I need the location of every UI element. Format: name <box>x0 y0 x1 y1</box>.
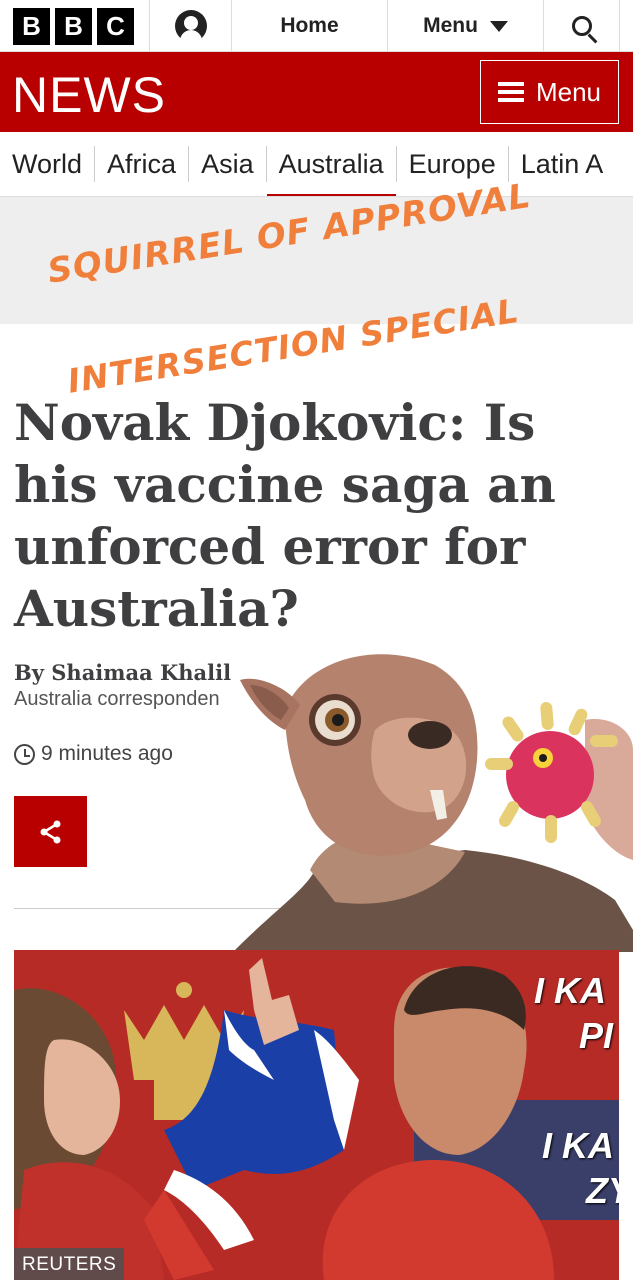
account-icon <box>174 10 207 42</box>
nav-item-africa[interactable]: Africa <box>95 146 190 182</box>
news-menu-button[interactable]: Menu <box>480 60 619 124</box>
nav-item-europe[interactable]: Europe <box>397 146 509 182</box>
bbc-logo-letter: C <box>97 7 134 45</box>
protest-photo-image <box>14 950 619 1280</box>
search-button[interactable] <box>544 0 620 52</box>
top-menu-label: Menu <box>423 14 478 37</box>
nav-item-australia[interactable]: Australia <box>266 146 397 196</box>
timestamp: 9 minutes ago <box>14 742 173 766</box>
news-menu-label: Menu <box>535 76 602 107</box>
author-byline: By Shaimaa Khalil <box>14 660 232 685</box>
search-icon <box>571 16 592 36</box>
article-headline: Novak Djokovic: Is his vaccine saga an u… <box>14 393 556 638</box>
timestamp-text: 9 minutes ago <box>41 742 173 765</box>
account-button[interactable] <box>150 0 232 52</box>
section-nav: World Africa Asia Australia Europe Latin… <box>0 132 633 197</box>
banner-text-line: I KA <box>534 970 606 1011</box>
banner-text-line: PI <box>579 1015 614 1056</box>
bbc-logo-letter: B <box>55 7 92 45</box>
photo-credit: REUTERS <box>14 1248 125 1280</box>
news-banner: NEWS Menu <box>0 52 633 132</box>
bbc-logo[interactable]: B B C <box>0 0 150 52</box>
squirrel-mask-image <box>215 654 633 952</box>
share-icon <box>40 820 60 843</box>
chevron-down-icon <box>489 20 508 32</box>
home-link[interactable]: Home <box>232 0 388 52</box>
share-button[interactable] <box>14 796 87 867</box>
banner-text-line: I KA <box>542 1125 614 1166</box>
nav-item-asia[interactable]: Asia <box>189 146 267 182</box>
top-menu-button[interactable]: Menu <box>388 0 544 52</box>
nav-item-world[interactable]: World <box>0 146 96 182</box>
bbc-logo-letter: B <box>13 7 50 45</box>
clock-icon <box>14 743 35 765</box>
banner-text-line: ZY <box>586 1170 619 1211</box>
bbc-top-bar: B B C Home Menu <box>0 0 633 52</box>
article-photo: I KA PI I KA ZY REUTERS <box>14 950 619 1280</box>
hamburger-icon <box>497 82 524 102</box>
news-logo[interactable]: NEWS <box>12 66 166 124</box>
